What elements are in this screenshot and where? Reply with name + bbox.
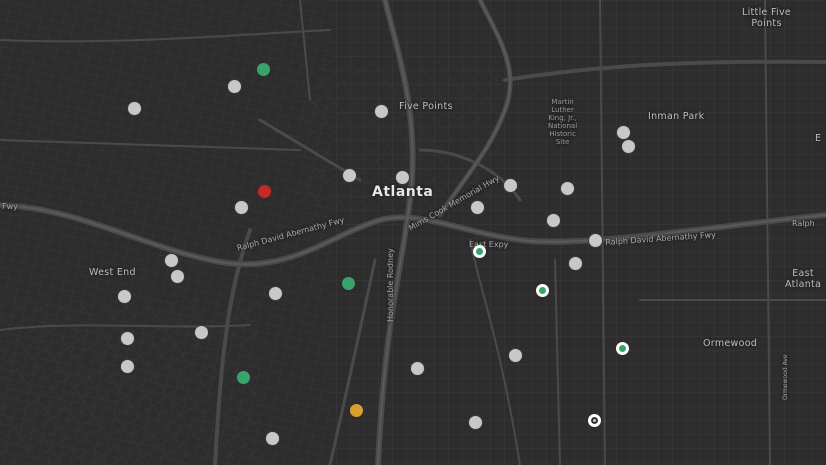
map-marker-gray-ring[interactable] bbox=[587, 413, 601, 427]
map-marker-gray[interactable] bbox=[503, 178, 517, 192]
map-marker-gray[interactable] bbox=[164, 253, 178, 267]
label-mlk-line5: Historic bbox=[549, 130, 576, 138]
map-marker-gray[interactable] bbox=[227, 79, 241, 93]
map-marker-gray[interactable] bbox=[342, 168, 356, 182]
map-marker-gray[interactable] bbox=[194, 325, 208, 339]
label-little-five-points-line2: Points bbox=[751, 18, 782, 29]
map-marker-green-ring[interactable] bbox=[615, 341, 629, 355]
label-mlk-line4: National bbox=[548, 122, 578, 130]
map-marker-green-ring[interactable] bbox=[472, 244, 486, 258]
label-ralph-edge: Ralph bbox=[792, 219, 815, 228]
map-marker-green[interactable] bbox=[341, 276, 355, 290]
map-marker-gray[interactable] bbox=[265, 431, 279, 445]
map-marker-gray[interactable] bbox=[234, 200, 248, 214]
label-east-atlanta-line1: East bbox=[792, 268, 814, 279]
label-ormewood-street: Ormewood Ave bbox=[782, 354, 789, 400]
label-mlk-line2: Luther bbox=[551, 106, 574, 114]
label-mlk-line3: King, Jr., bbox=[548, 114, 577, 122]
label-little-five-points-line1: Little Five bbox=[742, 7, 792, 18]
map-marker-green-ring[interactable] bbox=[535, 283, 549, 297]
label-edge-e: E bbox=[815, 133, 822, 144]
map-marker-gray[interactable] bbox=[374, 104, 388, 118]
label-little-five-points: Little Five Points bbox=[742, 7, 791, 29]
label-mlk-line1: Martin bbox=[551, 98, 574, 106]
map-marker-gray[interactable] bbox=[268, 286, 282, 300]
map-marker-gray[interactable] bbox=[546, 213, 560, 227]
map-marker-gray[interactable] bbox=[508, 348, 522, 362]
label-atlanta: Atlanta bbox=[372, 184, 434, 200]
map-marker-gray[interactable] bbox=[120, 359, 134, 373]
label-east-atlanta: East Atlanta bbox=[785, 268, 821, 290]
map-marker-gray[interactable] bbox=[468, 415, 482, 429]
label-east-atlanta-line2: Atlanta bbox=[785, 279, 822, 290]
label-five-points: Five Points bbox=[399, 101, 453, 112]
map-canvas[interactable]: Atlanta Five Points West End Inman Park … bbox=[0, 0, 826, 465]
label-west-end: West End bbox=[89, 267, 136, 278]
map-marker-gray[interactable] bbox=[616, 125, 630, 139]
label-mlk-line6: Site bbox=[555, 138, 570, 146]
map-marker-gray[interactable] bbox=[127, 101, 141, 115]
label-mlk-historic-site: Martin Luther King, Jr., National Histor… bbox=[548, 98, 577, 146]
map-marker-gray[interactable] bbox=[470, 200, 484, 214]
map-marker-gray[interactable] bbox=[120, 331, 134, 345]
map-marker-gray[interactable] bbox=[410, 361, 424, 375]
label-fwy-edge: Fwy bbox=[2, 202, 18, 211]
map-marker-green[interactable] bbox=[256, 62, 270, 76]
map-marker-gray[interactable] bbox=[621, 139, 635, 153]
map-marker-orange[interactable] bbox=[349, 403, 363, 417]
label-inman-park: Inman Park bbox=[648, 111, 705, 122]
map-marker-green[interactable] bbox=[236, 370, 250, 384]
map-marker-gray[interactable] bbox=[588, 233, 602, 247]
label-ormewood: Ormewood bbox=[703, 338, 758, 349]
map-marker-gray[interactable] bbox=[395, 170, 409, 184]
map-marker-gray[interactable] bbox=[117, 289, 131, 303]
map-marker-gray[interactable] bbox=[170, 269, 184, 283]
label-rodney-cook: Honorable Rodney bbox=[386, 248, 395, 322]
map-marker-gray[interactable] bbox=[560, 181, 574, 195]
map-marker-red[interactable] bbox=[257, 184, 271, 198]
map-marker-gray[interactable] bbox=[568, 256, 582, 270]
